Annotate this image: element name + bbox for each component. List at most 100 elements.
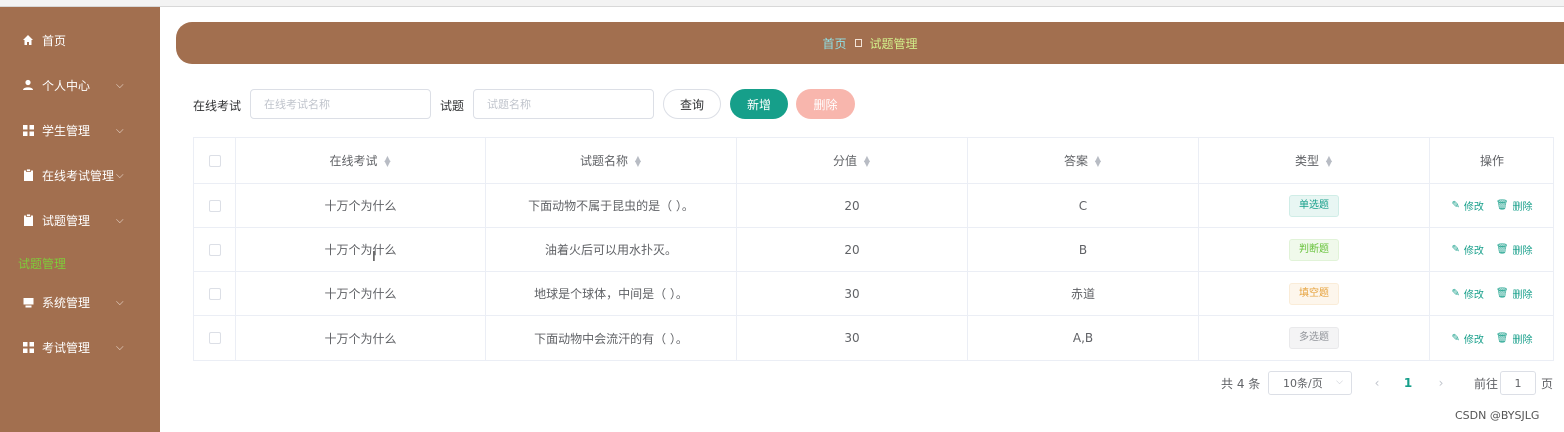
row-checkbox[interactable] (208, 199, 221, 212)
cell-type: 填空题 (1199, 272, 1430, 315)
row-checkbox[interactable] (208, 243, 221, 256)
row-select-cell (194, 228, 236, 271)
sidebar-item-label: 考试管理 (42, 340, 91, 355)
cell-actions: ✎ 修改 🗑︎ 删除 (1430, 272, 1554, 315)
sidebar-item-label: 在线考试管理 (42, 168, 115, 183)
table-row: 十万个为什么 下面动物不属于昆虫的是（ ）。 20 C 单选题 ✎ 修改 🗑︎ 删除 (194, 184, 1553, 228)
cell-question: 油着火后可以用水扑灭。 (486, 228, 737, 271)
edit-icon: ✎ (1451, 288, 1460, 299)
select-all-checkbox[interactable] (208, 154, 221, 167)
sidebar-item-label: 个人中心 (42, 78, 91, 93)
goto-label: 前往 (1474, 376, 1499, 391)
sidebar-item-question-management[interactable]: 试题管理 ⌵ (0, 198, 160, 242)
delete-button[interactable]: 🗑︎ 删除 (1496, 198, 1533, 213)
sidebar-item-home[interactable]: 首页 (0, 18, 160, 62)
sidebar-item-exam-management[interactable]: 考试管理 ⌵ (0, 325, 160, 369)
cell-exam: 十万个为什么 (236, 184, 486, 227)
breadcrumb-home-link[interactable]: 首页 (822, 35, 846, 52)
query-button[interactable]: 查询 (663, 89, 721, 119)
row-select-cell (194, 184, 236, 227)
exam-filter-label: 在线考试 (193, 99, 242, 113)
cell-score: 20 (737, 184, 968, 227)
cell-answer: B (968, 228, 1199, 271)
goto-page-input[interactable] (1500, 371, 1536, 395)
sidebar-item-label: 首页 (42, 33, 67, 48)
type-tag: 多选题 (1289, 327, 1339, 349)
delete-button[interactable]: 🗑︎ 删除 (1496, 242, 1533, 257)
trash-icon: 🗑︎ (1495, 332, 1509, 344)
chevron-down-icon: ⌵ (116, 214, 124, 226)
column-header-score[interactable]: 分值 ▲ ▼ (737, 138, 968, 183)
desktop-icon (22, 296, 34, 308)
delete-label: 删除 (1512, 202, 1533, 213)
sidebar-subitem-question-management[interactable]: 试题管理 (18, 255, 66, 272)
trash-icon: 🗑︎ (1495, 288, 1509, 299)
edit-button[interactable]: ✎ 修改 (1451, 198, 1483, 213)
cell-type: 判断题 (1199, 228, 1430, 271)
clipboard-icon (22, 214, 34, 226)
edit-button[interactable]: ✎ 修改 (1451, 331, 1483, 346)
page-size-select[interactable]: 10条/页 ⌵ (1268, 371, 1352, 395)
sort-icon[interactable]: ▲ ▼ (863, 154, 871, 167)
delete-button[interactable]: 🗑︎ 删除 (1496, 331, 1533, 346)
row-checkbox[interactable] (208, 332, 221, 344)
sort-icon[interactable]: ▲ ▼ (384, 154, 392, 167)
chevron-down-icon: ⌵ (116, 79, 124, 91)
top-bar (0, 0, 1564, 7)
cell-question: 下面动物中会流汗的有（ ）。 (486, 316, 737, 360)
type-tag: 填空题 (1289, 282, 1339, 305)
grid-icon (22, 341, 34, 353)
delete-label: 删除 (1512, 334, 1533, 346)
column-header-exam[interactable]: 在线考试 ▲ ▼ (236, 138, 486, 183)
edit-icon: ✎ (1451, 244, 1460, 255)
cell-exam: 十万个为什么 (236, 272, 486, 315)
chevron-down-icon: ⌵ (116, 296, 124, 308)
cell-answer: C (968, 184, 1199, 227)
sort-icon[interactable]: ▲ ▼ (1325, 154, 1333, 167)
cell-exam: 十万个为什么 (236, 316, 486, 360)
trash-icon: 🗑︎ (1495, 244, 1509, 255)
column-header-label: 试题名称 (579, 154, 628, 168)
chevron-down-icon: ⌵ (116, 124, 124, 136)
edit-button[interactable]: ✎ 修改 (1451, 286, 1483, 301)
cell-actions: ✎ 修改 🗑︎ 删除 (1430, 316, 1554, 360)
page-number-current[interactable]: 1 (1400, 371, 1416, 395)
add-button[interactable]: 新增 (730, 89, 788, 119)
breadcrumb-current: 试题管理 (869, 36, 918, 51)
sidebar-item-system-management[interactable]: 系统管理 ⌵ (0, 280, 160, 324)
column-header-type[interactable]: 类型 ▲ ▼ (1199, 138, 1430, 183)
sidebar-item-personal-center[interactable]: 个人中心 ⌵ (0, 63, 160, 107)
column-header-label: 答案 (1063, 154, 1088, 168)
prev-page-button[interactable]: ‹ (1370, 371, 1384, 395)
row-checkbox[interactable] (208, 287, 221, 300)
page-suffix-label: 页 (1541, 376, 1554, 391)
cell-answer: 赤道 (968, 272, 1199, 315)
question-filter-label: 试题 (440, 99, 465, 113)
cell-question: 地球是个球体，中间是（ ）。 (486, 272, 737, 315)
sidebar-item-student-management[interactable]: 学生管理 ⌵ (0, 108, 160, 152)
cell-answer: A,B (968, 316, 1199, 360)
sidebar-item-online-exam-management[interactable]: 在线考试管理 ⌵ (0, 153, 160, 197)
delete-button[interactable]: 🗑︎ 删除 (1496, 286, 1533, 301)
breadcrumb-separator (854, 39, 862, 47)
exam-name-input[interactable] (250, 89, 431, 119)
column-header-label: 操作 (1479, 154, 1504, 168)
sidebar-item-label: 系统管理 (42, 295, 91, 310)
cell-score: 20 (737, 228, 968, 271)
column-header-question[interactable]: 试题名称 ▲ ▼ (486, 138, 737, 183)
clipboard-icon (22, 169, 34, 181)
edit-button[interactable]: ✎ 修改 (1451, 242, 1483, 257)
delete-label: 删除 (1512, 246, 1533, 257)
column-header-answer[interactable]: 答案 ▲ ▼ (968, 138, 1199, 183)
next-page-button[interactable]: › (1434, 371, 1448, 395)
sidebar-item-label: 学生管理 (42, 123, 91, 138)
column-header-actions: 操作 (1430, 138, 1554, 183)
edit-label: 修改 (1463, 334, 1484, 346)
sort-icon[interactable]: ▲ ▼ (634, 154, 642, 167)
home-icon (22, 34, 34, 46)
question-name-input[interactable] (473, 89, 654, 119)
table-header-row: 在线考试 ▲ ▼ 试题名称 ▲ ▼ 分值 ▲ ▼ 答案 ▲ ▼ 类型 ▲ ▼ 操作 (194, 138, 1553, 184)
sort-icon[interactable]: ▲ ▼ (1094, 154, 1102, 167)
column-header-label: 类型 (1294, 154, 1319, 168)
batch-delete-button[interactable]: 删除 (796, 89, 855, 119)
